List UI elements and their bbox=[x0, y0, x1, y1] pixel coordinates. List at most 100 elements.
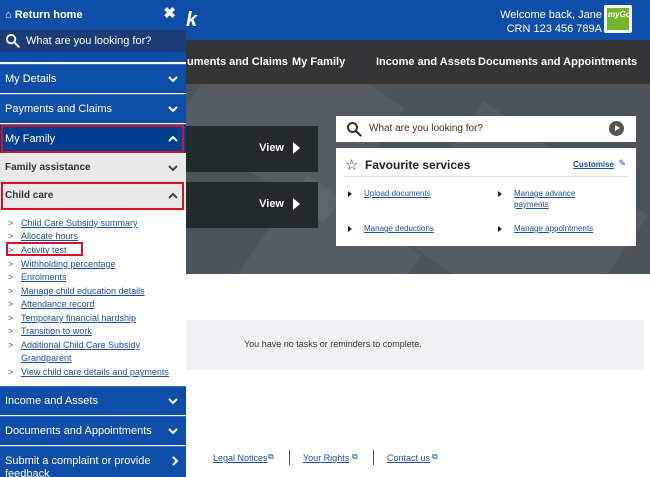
child-care-link[interactable]: Transition to work bbox=[21, 326, 92, 336]
welcome-block: Welcome back, Jane CRN 123 456 789A bbox=[500, 8, 602, 36]
chevron-right-icon: > bbox=[8, 340, 14, 350]
child-care-link[interactable]: Child Care Subsidy summary bbox=[21, 218, 138, 228]
footer-separator bbox=[373, 450, 374, 465]
bullet-icon bbox=[348, 191, 352, 197]
child-care-link[interactable]: View child care details and payments bbox=[21, 367, 169, 377]
star-icon: ☆ bbox=[345, 157, 359, 174]
nav-income-and-assets[interactable]: Income and Assets bbox=[376, 56, 476, 68]
chevron-right-icon: > bbox=[8, 313, 14, 323]
list-item[interactable]: > Transition to work bbox=[8, 326, 92, 337]
close-icon[interactable]: ✖ bbox=[163, 4, 176, 22]
bullet-icon bbox=[348, 226, 352, 232]
view-label: View bbox=[259, 198, 284, 210]
child-care-link[interactable]: Grandparent bbox=[21, 353, 72, 363]
view-card-1[interactable]: View bbox=[186, 126, 318, 172]
crn-text: CRN 123 456 789A bbox=[506, 23, 602, 35]
child-care-link[interactable]: Enrolments bbox=[21, 272, 67, 282]
sidebar-item-label: Income and Assets bbox=[5, 395, 98, 407]
customise-link[interactable]: Customise bbox=[573, 160, 614, 169]
footer-your-rights[interactable]: Your Rights bbox=[303, 453, 349, 463]
tasks-message: You have no tasks or reminders to comple… bbox=[244, 339, 422, 349]
external-link-icon: ⧉ bbox=[268, 452, 274, 461]
chevron-right-icon: > bbox=[8, 299, 14, 309]
sidebar-item-documents-and-appointments[interactable]: Documents and Appointments bbox=[0, 416, 186, 445]
chevron-right-icon: > bbox=[8, 231, 14, 241]
highlight-box bbox=[1, 182, 184, 210]
hero-search[interactable]: What are you looking for? bbox=[336, 116, 636, 142]
fav-manage-appointments[interactable]: Manage appointments bbox=[514, 223, 593, 234]
side-search-input[interactable]: What are you looking for? bbox=[0, 30, 186, 52]
nav-documents-and-appointments[interactable]: Documents and Appointments bbox=[478, 56, 637, 68]
sidebar-item-payments-and-claims[interactable]: Payments and Claims bbox=[0, 94, 186, 123]
sidebar-item-label: My Details bbox=[5, 73, 57, 85]
chevron-right-icon: > bbox=[8, 218, 14, 228]
list-item[interactable]: > Manage child education details bbox=[8, 286, 145, 297]
mygov-logo[interactable]: myGov bbox=[604, 5, 632, 33]
fav-manage-deductions[interactable]: Manage deductions bbox=[364, 223, 434, 234]
list-item[interactable]: > Enrolments bbox=[8, 272, 67, 283]
sidebar-item-submit-complaint[interactable]: Submit a complaint or provide feedback bbox=[0, 446, 186, 477]
list-item[interactable]: > Attendance record bbox=[8, 299, 95, 310]
view-label: View bbox=[259, 142, 284, 154]
list-item-continuation[interactable]: Grandparent bbox=[21, 353, 72, 364]
child-care-link[interactable]: Withholding percentage bbox=[21, 259, 116, 269]
complaint-label-line-2: feedback bbox=[5, 468, 50, 477]
chevron-down-icon bbox=[168, 398, 178, 405]
chevron-right-icon: > bbox=[8, 326, 14, 336]
hero-search-placeholder: What are you looking for? bbox=[369, 123, 483, 134]
child-care-link[interactable]: Allocate hours bbox=[21, 231, 78, 241]
nav-payments-and-claims[interactable]: uments and Claims bbox=[187, 56, 288, 68]
child-care-link[interactable]: Additional Child Care Subsidy bbox=[21, 340, 140, 350]
side-menu: ⌂ Return home ✖ What are you looking for… bbox=[0, 0, 186, 477]
external-link-icon: ⧉ bbox=[352, 452, 358, 461]
child-care-link[interactable]: Attendance record bbox=[21, 299, 95, 309]
brand-logo-fragment: k bbox=[186, 9, 198, 31]
sidebar-item-label: Submit a complaint or provide feedback bbox=[5, 455, 151, 477]
complaint-label-line-1: Submit a complaint or provide bbox=[5, 455, 151, 467]
highlight-box bbox=[6, 242, 83, 256]
sidebar-item-family-assistance[interactable]: Family assistance bbox=[0, 154, 186, 182]
chevron-down-icon bbox=[168, 76, 178, 83]
divider bbox=[344, 176, 628, 177]
child-care-link[interactable]: Manage child education details bbox=[21, 286, 145, 296]
bullet-icon bbox=[498, 226, 502, 232]
fav-upload-documents[interactable]: Upload documents bbox=[364, 188, 431, 199]
sidebar-item-label: Documents and Appointments bbox=[5, 425, 152, 437]
list-item[interactable]: > Temporary financial hardship bbox=[8, 313, 136, 324]
mygov-logo-text: myGov bbox=[607, 8, 632, 30]
list-item[interactable]: > Child Care Subsidy summary bbox=[8, 218, 138, 229]
view-card-2[interactable]: View bbox=[186, 182, 318, 228]
search-icon bbox=[347, 122, 362, 137]
welcome-text: Welcome back, Jane bbox=[500, 9, 602, 21]
side-menu-header: ⌂ Return home ✖ What are you looking for… bbox=[0, 0, 186, 62]
chevron-right-icon: > bbox=[8, 367, 14, 377]
pencil-icon: ✎ bbox=[618, 158, 626, 168]
fav-manage-advance-payments[interactable]: Manage advance payments bbox=[514, 188, 594, 210]
favourite-services-card: ☆ Favourite services Customise ✎ Upload … bbox=[336, 148, 636, 246]
return-home-label: Return home bbox=[14, 9, 83, 21]
chevron-right-icon bbox=[172, 456, 179, 466]
search-icon bbox=[5, 33, 20, 48]
return-home-link[interactable]: ⌂ Return home bbox=[5, 9, 83, 21]
list-item[interactable]: > View child care details and payments bbox=[8, 367, 169, 378]
footer-contact-us[interactable]: Contact us bbox=[387, 453, 430, 463]
list-item[interactable]: > Withholding percentage bbox=[8, 259, 116, 270]
chevron-right-icon: > bbox=[8, 272, 14, 282]
bullet-icon bbox=[498, 191, 502, 197]
child-care-link[interactable]: Temporary financial hardship bbox=[21, 313, 136, 323]
home-icon: ⌂ bbox=[5, 9, 12, 21]
search-go-icon[interactable] bbox=[609, 121, 624, 136]
footer-separator bbox=[289, 450, 290, 465]
sidebar-item-label: Family assistance bbox=[5, 162, 91, 173]
side-search-placeholder: What are you looking for? bbox=[26, 35, 152, 47]
chevron-down-icon bbox=[168, 428, 178, 435]
sidebar-item-income-and-assets[interactable]: Income and Assets bbox=[0, 386, 186, 415]
list-item[interactable]: > Additional Child Care Subsidy bbox=[8, 340, 140, 351]
sidebar-item-my-details[interactable]: My Details bbox=[0, 64, 186, 93]
nav-my-family[interactable]: My Family bbox=[292, 56, 345, 68]
chevron-right-icon: > bbox=[8, 259, 14, 269]
footer-legal-notices[interactable]: Legal Notices bbox=[213, 453, 268, 463]
list-item[interactable]: > Allocate hours bbox=[8, 231, 78, 242]
arrow-right-icon bbox=[293, 142, 300, 154]
arrow-right-icon bbox=[293, 198, 300, 210]
